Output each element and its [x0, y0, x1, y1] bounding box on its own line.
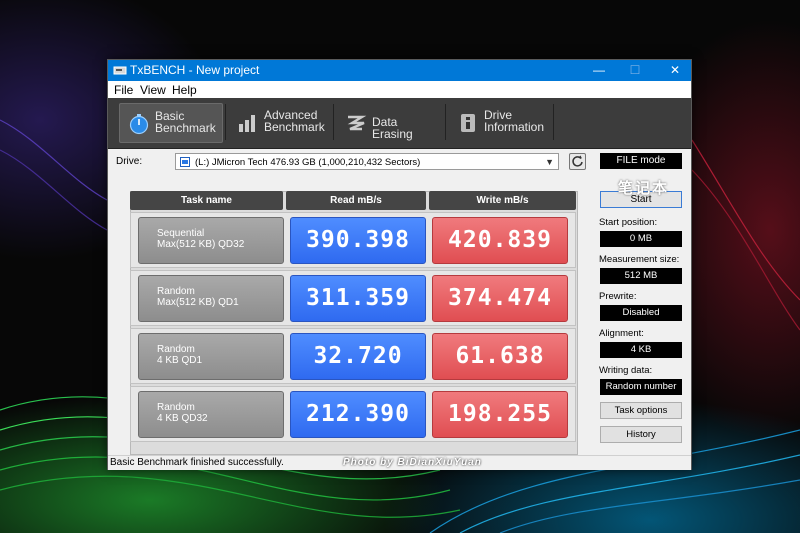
close-button[interactable]: ✕: [660, 60, 690, 81]
maximize-button[interactable]: ☐: [620, 60, 650, 81]
task-button-random-4k-qd32[interactable]: Random 4 KB QD32: [138, 391, 284, 438]
drive-info-icon: [461, 114, 475, 132]
toolbar-divider: [333, 104, 334, 140]
menu-file[interactable]: File: [114, 83, 133, 97]
writing-data-label: Writing data:: [599, 365, 653, 376]
usb-drive-icon: [180, 157, 190, 167]
title-bar[interactable]: TxBENCH - New project — ☐ ✕: [108, 60, 691, 81]
read-result: 212.390: [290, 391, 426, 438]
prewrite-value[interactable]: Disabled: [600, 305, 682, 321]
tab-advanced-benchmark-label: Advanced Benchmark: [264, 108, 325, 134]
write-result: 374.474: [432, 275, 568, 322]
tab-data-erasing-label: Data Erasing: [372, 115, 413, 141]
menu-view[interactable]: View: [140, 83, 166, 97]
table-row: Random Max(512 KB) QD1 311.359 374.474: [130, 270, 576, 326]
writing-data-value[interactable]: Random number: [600, 379, 682, 395]
tab-advanced-benchmark[interactable]: Advanced Benchmark: [229, 103, 329, 141]
toolbar-divider: [553, 104, 554, 140]
write-result: 198.255: [432, 391, 568, 438]
bar-chart-icon: [239, 115, 255, 132]
status-bar: Basic Benchmark finished successfully. P…: [108, 455, 691, 470]
file-mode-indicator: FILE mode: [600, 153, 682, 169]
column-header-task-name: Task name: [130, 191, 283, 210]
tab-data-erasing[interactable]: Data Erasing: [337, 103, 441, 141]
table-row: Random 4 KB QD1 32.720 61.638: [130, 328, 576, 384]
drive-select[interactable]: (L:) JMicron Tech 476.93 GB (1,000,210,4…: [175, 153, 559, 170]
task-button-random-512k-qd1[interactable]: Random Max(512 KB) QD1: [138, 275, 284, 322]
drive-select-value: (L:) JMicron Tech 476.93 GB (1,000,210,4…: [195, 157, 421, 168]
alignment-label: Alignment:: [599, 328, 644, 339]
status-text: Basic Benchmark finished successfully.: [110, 457, 284, 468]
toolbar-divider: [445, 104, 446, 140]
watermark-chinese: 笔记本: [618, 180, 670, 197]
history-button[interactable]: History: [600, 426, 682, 443]
txbench-window: TxBENCH - New project — ☐ ✕ File View He…: [107, 59, 692, 470]
write-result: 420.839: [432, 217, 568, 264]
start-position-value[interactable]: 0 MB: [600, 231, 682, 247]
start-position-label: Start position:: [599, 217, 658, 228]
write-result: 61.638: [432, 333, 568, 380]
table-row: Sequential Max(512 KB) QD32 390.398 420.…: [130, 212, 576, 268]
menu-bar: File View Help: [108, 81, 691, 98]
tab-basic-benchmark-label: Basic Benchmark: [155, 109, 216, 135]
prewrite-label: Prewrite:: [599, 291, 637, 302]
drive-label: Drive:: [116, 156, 143, 167]
task-button-sequential-qd32[interactable]: Sequential Max(512 KB) QD32: [138, 217, 284, 264]
toolbar: Basic Benchmark Advanced Benchmark Data …: [108, 98, 691, 149]
chevron-down-icon: ▼: [545, 157, 554, 167]
photo-watermark: Photo by BiDianXiuYuan: [343, 457, 482, 468]
task-button-random-4k-qd1[interactable]: Random 4 KB QD1: [138, 333, 284, 380]
table-row: Random 4 KB QD32 212.390 198.255: [130, 386, 576, 442]
read-result: 311.359: [290, 275, 426, 322]
alignment-value[interactable]: 4 KB: [600, 342, 682, 358]
tab-basic-benchmark[interactable]: Basic Benchmark: [119, 103, 223, 143]
read-result: 390.398: [290, 217, 426, 264]
task-options-button[interactable]: Task options: [600, 402, 682, 419]
app-drive-icon: [113, 66, 127, 75]
stopwatch-icon: [129, 114, 149, 135]
toolbar-divider: [225, 104, 226, 140]
column-header-write: Write mB/s: [429, 191, 576, 210]
tab-drive-information-label: Drive Information: [484, 108, 545, 134]
measurement-size-label: Measurement size:: [599, 254, 680, 265]
window-title: TxBENCH - New project: [130, 63, 260, 77]
minimize-button[interactable]: —: [584, 60, 614, 81]
refresh-icon: [572, 155, 583, 167]
tab-drive-information[interactable]: Drive Information: [449, 103, 549, 141]
read-result: 32.720: [290, 333, 426, 380]
refresh-drive-button[interactable]: [569, 153, 586, 170]
column-header-read: Read mB/s: [286, 191, 426, 210]
measurement-size-value[interactable]: 512 MB: [600, 268, 682, 284]
menu-help[interactable]: Help: [172, 83, 197, 97]
eraser-icon: [347, 115, 367, 131]
